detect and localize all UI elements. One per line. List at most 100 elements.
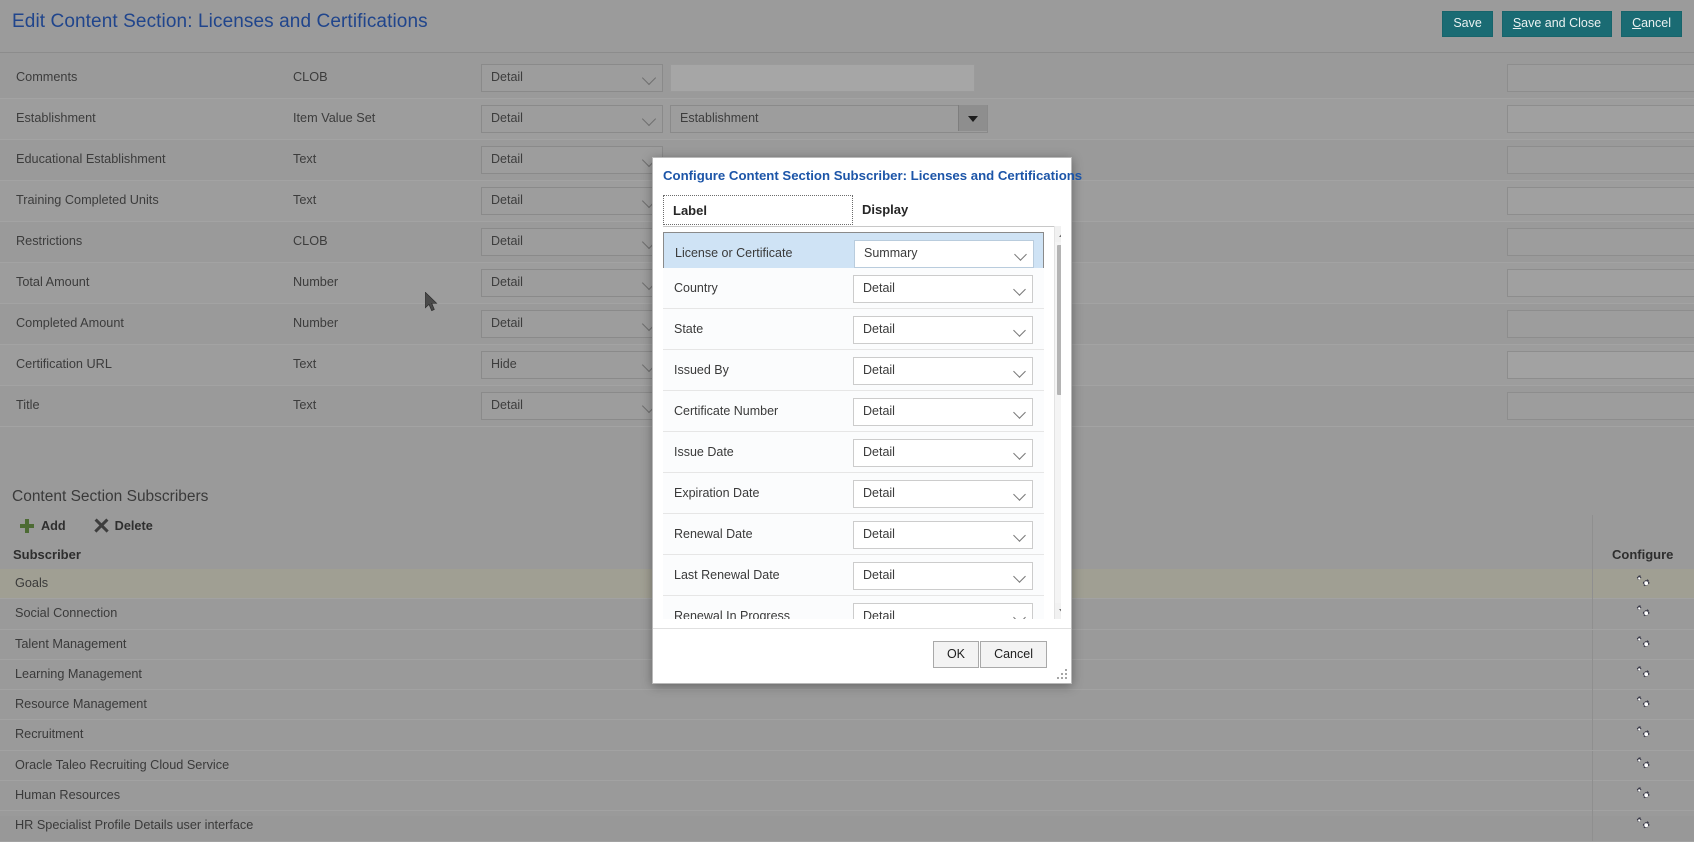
dialog-table-row[interactable]: Country Detail [663,268,1044,309]
attribute-name: Training Completed Units [16,193,159,207]
dialog-table-row[interactable]: Issue Date Detail [663,432,1044,473]
dialog-table-header: Label Display [663,195,1061,227]
dialog-table-row[interactable]: Renewal Date Detail [663,514,1044,555]
dialog-table-row[interactable]: Last Renewal Date Detail [663,555,1044,596]
dialog-display-select[interactable]: Detail [853,316,1033,344]
dialog-row-label: Renewal Date [674,527,753,541]
dialog-display-value: Detail [863,527,895,541]
gears-icon[interactable] [1634,756,1652,774]
dialog-ok-button[interactable]: OK [932,641,979,668]
attribute-name: Comments [16,70,78,84]
mouse-pointer-icon [425,292,438,312]
chevron-down-icon [1013,611,1026,619]
cancel-button[interactable]: Cancel [1621,11,1682,37]
attribute-value-text: Establishment [680,111,759,125]
add-button-label: Add [41,519,66,533]
gears-icon[interactable] [1634,817,1652,834]
attribute-display-select[interactable]: Detail [481,187,663,215]
dialog-column-header-display[interactable]: Display [853,195,1061,225]
page-header: Edit Content Section: Licenses and Certi… [0,0,1694,53]
attribute-display-select[interactable]: Detail [481,392,663,420]
dropdown-arrow-icon[interactable] [958,105,987,131]
attribute-display-select[interactable]: Hide [481,351,663,379]
add-button[interactable]: Add [20,519,66,533]
table-row[interactable]: Resource Management [0,690,1694,721]
scroll-down-arrow-icon[interactable] [1055,603,1061,619]
attribute-extra-input[interactable] [1507,310,1694,338]
dialog-display-select[interactable]: Detail [853,357,1033,385]
dialog-table-row[interactable]: Issued By Detail [663,350,1044,391]
attribute-type: Text [293,152,317,166]
dialog-display-select[interactable]: Detail [853,603,1033,619]
attribute-name: Establishment [16,111,96,125]
dialog-cancel-button[interactable]: Cancel [980,641,1047,668]
dialog-display-select[interactable]: Detail [853,480,1033,508]
scrollbar-thumb[interactable] [1057,245,1061,395]
resize-grip-icon[interactable] [1056,668,1068,680]
dialog-display-select[interactable]: Detail [853,439,1033,467]
attribute-extra-input[interactable] [1507,146,1694,174]
dialog-table-row[interactable]: Expiration Date Detail [663,473,1044,514]
gears-icon[interactable] [1634,726,1652,743]
table-row[interactable]: Human Resources [0,781,1694,812]
chevron-down-icon [1013,529,1026,542]
delete-button[interactable]: Delete [94,519,153,533]
dialog-vertical-scrollbar[interactable] [1054,226,1061,619]
chevron-down-icon [1014,248,1027,261]
attribute-display-value: Detail [491,70,523,84]
subscriber-name: Oracle Taleo Recruiting Cloud Service [15,757,230,772]
attribute-type: Text [293,357,317,371]
chevron-down-icon [1013,406,1026,419]
attribute-extra-input[interactable] [1507,228,1694,256]
dialog-display-select[interactable]: Detail [853,398,1033,426]
attribute-display-select[interactable]: Detail [481,269,663,297]
subscriber-name: Talent Management [15,636,127,651]
dialog-display-value: Detail [863,486,895,500]
dialog-display-select[interactable]: Detail [853,562,1033,590]
attribute-display-select[interactable]: Detail [481,228,663,256]
dialog-column-header-label[interactable]: Label [663,195,853,225]
dialog-display-select[interactable]: Summary [854,240,1034,268]
attribute-extra-input[interactable] [1507,187,1694,215]
attribute-extra-input[interactable] [1507,105,1694,133]
column-header-subscriber[interactable]: Subscriber [13,547,81,562]
dialog-display-value: Detail [863,281,895,295]
configure-subscriber-dialog: Configure Content Section Subscriber: Li… [652,157,1082,684]
attribute-display-select[interactable]: Detail [481,146,663,174]
gears-icon[interactable] [1634,605,1652,622]
save-and-close-button[interactable]: Save and Close [1501,11,1613,37]
dialog-table-row[interactable]: Certificate Number Detail [663,391,1044,432]
attribute-name: Completed Amount [16,316,124,330]
attribute-extra-input[interactable] [1507,64,1694,92]
attribute-display-select[interactable]: Detail [481,310,663,338]
dialog-table-row[interactable]: State Detail [663,309,1044,350]
table-row[interactable]: Oracle Taleo Recruiting Cloud Service [0,750,1694,782]
save-button[interactable]: Save [1442,11,1493,37]
gears-icon[interactable] [1634,665,1652,683]
attribute-value-box[interactable] [670,64,975,92]
scroll-up-arrow-icon[interactable] [1055,226,1061,242]
gears-icon[interactable] [1634,635,1652,653]
gears-icon[interactable] [1634,696,1652,713]
attribute-name: Certification URL [16,357,112,371]
table-row[interactable]: Recruitment [0,720,1694,751]
attribute-extra-input[interactable] [1507,392,1694,420]
dialog-table-row[interactable]: Renewal In Progress Detail [663,596,1044,619]
gears-icon[interactable] [1634,575,1652,592]
attribute-display-select[interactable]: Detail [481,105,663,133]
attribute-type: Number [293,316,339,330]
chevron-down-icon [1013,570,1026,583]
gears-icon[interactable] [1634,787,1652,804]
attribute-extra-input[interactable] [1507,351,1694,379]
attribute-extra-input[interactable] [1507,269,1694,297]
attribute-display-select[interactable]: Detail [481,64,663,92]
attribute-value-select[interactable]: Establishment [670,105,988,133]
x-icon [94,519,108,533]
dialog-display-select[interactable]: Detail [853,275,1033,303]
column-header-configure[interactable]: Configure [1612,547,1673,562]
dialog-row-label: Expiration Date [674,486,760,500]
dialog-title: Configure Content Section Subscriber: Li… [663,168,1083,183]
dialog-display-select[interactable]: Detail [853,521,1033,549]
subscriber-name: HR Specialist Profile Details user inter… [15,818,254,833]
attribute-name: Total Amount [16,275,90,289]
